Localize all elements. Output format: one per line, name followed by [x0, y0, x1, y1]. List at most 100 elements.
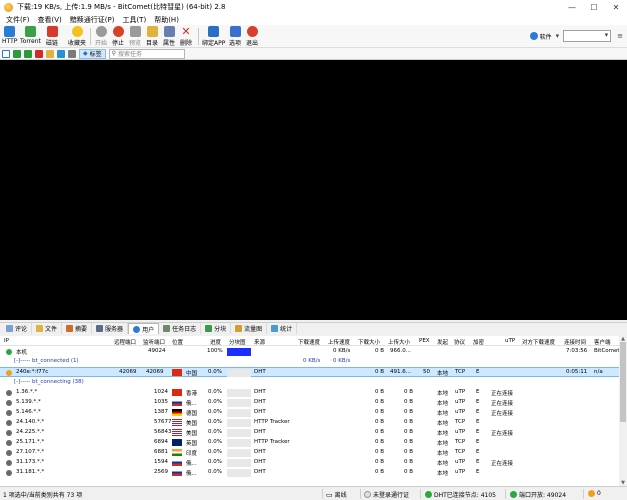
check-icon[interactable] [35, 49, 43, 58]
col-peer-down-speed[interactable]: 对方下载速度 [522, 338, 555, 346]
favorites-button[interactable]: 收藏夹 [68, 26, 86, 47]
minimize-icon[interactable]: — [561, 0, 583, 14]
table-row[interactable]: 25.171.*.* 6894 英国 0.0% HTTP Tracker 0 B 0 B 本地… [0, 438, 627, 448]
table-row-selected[interactable]: 240e:*:f77c 42069 42069 中国 0.0% DHT 0 B … [0, 367, 627, 377]
col-client[interactable]: 客户端 [594, 338, 611, 346]
tab-summary[interactable]: 摘要 [62, 323, 93, 334]
options-button[interactable]: 选项 [229, 26, 241, 47]
window-controls: — ☐ ✕ [561, 0, 627, 14]
tab-servers[interactable]: 服务器 [92, 323, 129, 334]
col-initiator[interactable]: 发起 [437, 338, 448, 346]
col-ip[interactable]: IP [4, 338, 9, 344]
table-row[interactable]: 5.139.*.* 1035 俄... 0.0% DHT 0 B 0 B 本地 uTP E 正在连接 [0, 398, 627, 408]
col-location[interactable]: 位置 [172, 338, 183, 346]
folder-filter-icon[interactable] [46, 49, 54, 58]
table-row[interactable]: 27.107.*.* 6881 印度 0.0% DHT 0 B 0 B 本地 TCP E [0, 448, 627, 458]
peer-down-size: 0 B [375, 399, 385, 405]
software-button[interactable]: 软件 ▾ [529, 32, 559, 41]
port-status-icon [510, 491, 517, 498]
group-row-connecting[interactable]: [-]----- bt_connecting (38) [0, 378, 627, 388]
preview-button[interactable]: 预览 [129, 26, 141, 47]
menu-tools[interactable]: 工具(T) [118, 15, 150, 25]
new-task-icon[interactable] [2, 49, 10, 58]
tag-filter-button[interactable]: ◆ 标签 [79, 48, 106, 59]
task-list-area[interactable] [0, 60, 627, 320]
col-utp[interactable]: uTP [505, 338, 515, 344]
download-icon[interactable] [13, 49, 21, 58]
peer-protocol: uTP [455, 429, 466, 435]
peer-initiator: 本地 [437, 461, 449, 467]
options-icon [229, 26, 241, 37]
menu-file[interactable]: 文件(F) [2, 15, 34, 25]
delete-button[interactable]: ✕ 删除 [180, 26, 192, 47]
maximize-icon[interactable]: ☐ [583, 0, 605, 14]
col-up-size[interactable]: 上传大小 [388, 338, 410, 346]
dht-status[interactable]: DHT已连接节点: 4105 [425, 490, 496, 499]
offline-status[interactable]: ▭ 离线 [326, 490, 347, 500]
scrollbar-thumb[interactable] [620, 342, 626, 422]
start-button[interactable]: 开始 [95, 26, 107, 47]
col-down-size[interactable]: 下载大小 [358, 338, 380, 346]
peer-location: 英国 [186, 441, 198, 447]
menu-passport[interactable]: 黯黩通行证(P) [66, 15, 119, 25]
peer-down-size: 0 B [375, 459, 385, 465]
table-row-local[interactable]: 本机 49024 100% 0 KB/s 0 B 966.0... 7:03:5… [0, 347, 627, 357]
menu-help[interactable]: 帮助(H) [150, 15, 183, 25]
peer-table[interactable]: IP 远程端口 监听端口 位置 进度 分块图 来源 下载速度 上传速度 下载大小… [0, 336, 627, 486]
http-button[interactable]: HTTP [2, 26, 17, 45]
menu-view[interactable]: 查看(V) [34, 15, 66, 25]
col-listen-port[interactable]: 监听端口 [143, 338, 165, 346]
peer-ip: 5.139.*.* [16, 399, 41, 405]
col-pex[interactable]: PEX [419, 338, 430, 344]
port-status[interactable]: 端口开放: 49024 [510, 490, 566, 499]
tab-task-log[interactable]: 任务日志 [159, 323, 202, 334]
piece-map [227, 429, 251, 437]
list-icon[interactable] [68, 49, 76, 58]
table-row[interactable]: 31.173.*.* 1594 俄... 0.0% DHT 0 B 0 B 本地 uTP E 正在连… [0, 458, 627, 468]
tab-statistics[interactable]: 统计 [267, 323, 298, 334]
torrent-button[interactable]: Torrent [20, 26, 41, 45]
col-protocol[interactable]: 协议 [454, 338, 465, 346]
col-progress[interactable]: 进度 [210, 338, 221, 346]
magnet-button[interactable]: 磁链 [46, 26, 58, 47]
properties-button[interactable]: 属性 [163, 26, 175, 47]
globe-icon[interactable] [57, 49, 65, 58]
peer-down-size: 0 B [375, 429, 385, 435]
menu-icon[interactable]: ≡ [617, 32, 623, 40]
peer-down-size: 0 B [375, 439, 385, 445]
group-row-connected[interactable]: [-]----- bt_connected (1) 0 KB/s 0 KB/s [0, 357, 627, 367]
tab-files[interactable]: 文件 [32, 323, 63, 334]
exit-button[interactable]: 退出 [246, 26, 258, 47]
upload-icon[interactable] [24, 49, 32, 58]
folder-button[interactable]: 目录 [146, 26, 158, 47]
peer-status: 正在连接 [491, 401, 514, 407]
table-scrollbar[interactable]: ▲ ▼ [619, 336, 627, 486]
tab-comments[interactable]: 评论 [2, 323, 33, 334]
col-conn-time[interactable]: 连接时间 [564, 338, 586, 346]
piece-map-full [227, 348, 251, 356]
toolbar-dropdown[interactable] [563, 30, 612, 42]
table-row[interactable]: 24.225.*.* 56843 美国 0.0% DHT 0 B 0 B 本地 uTP E 正在连接 [0, 428, 627, 438]
bind-app-button[interactable]: 绑定APP [202, 26, 225, 47]
login-status[interactable]: 未登录通行证 [364, 490, 409, 499]
flag-cn-icon [172, 369, 182, 376]
peer-progress: 0.0% [208, 409, 222, 415]
tab-pieces[interactable]: 分块 [201, 323, 232, 334]
search-input[interactable]: ⚲ 搜索任务 [108, 48, 185, 59]
status-separator [360, 489, 361, 499]
col-piece-map[interactable]: 分块图 [229, 338, 246, 346]
stop-button[interactable]: 停止 [112, 26, 124, 47]
table-row[interactable]: 1.36.*.* 1024 香港 0.0% DHT 0 B 0 B 本地 uTP E 正在连接 [0, 388, 627, 398]
peer-source: DHT [254, 389, 266, 395]
table-row[interactable]: 24.140.*.* 57677 美国 0.0% HTTP Tracker 0 B 0 B 本… [0, 418, 627, 428]
close-icon[interactable]: ✕ [605, 0, 627, 14]
table-row[interactable]: 5.146.*.* 1387 德国 0.0% DHT 0 B 0 B 本地 uTP E 正在连接 [0, 408, 627, 418]
col-up-speed[interactable]: 上传速度 [328, 338, 350, 346]
col-encrypt[interactable]: 加密 [473, 338, 484, 346]
col-remote-port[interactable]: 远程端口 [114, 338, 136, 346]
tab-peers[interactable]: 用户 [128, 323, 160, 334]
tab-traffic-graph[interactable]: 流量图 [231, 323, 268, 334]
col-source[interactable]: 来源 [254, 338, 265, 346]
table-row[interactable]: 31.181.*.* 2569 俄... 0.0% DHT 0 B 0 B 本地 uTP E [0, 468, 627, 478]
col-down-speed[interactable]: 下载速度 [298, 338, 320, 346]
